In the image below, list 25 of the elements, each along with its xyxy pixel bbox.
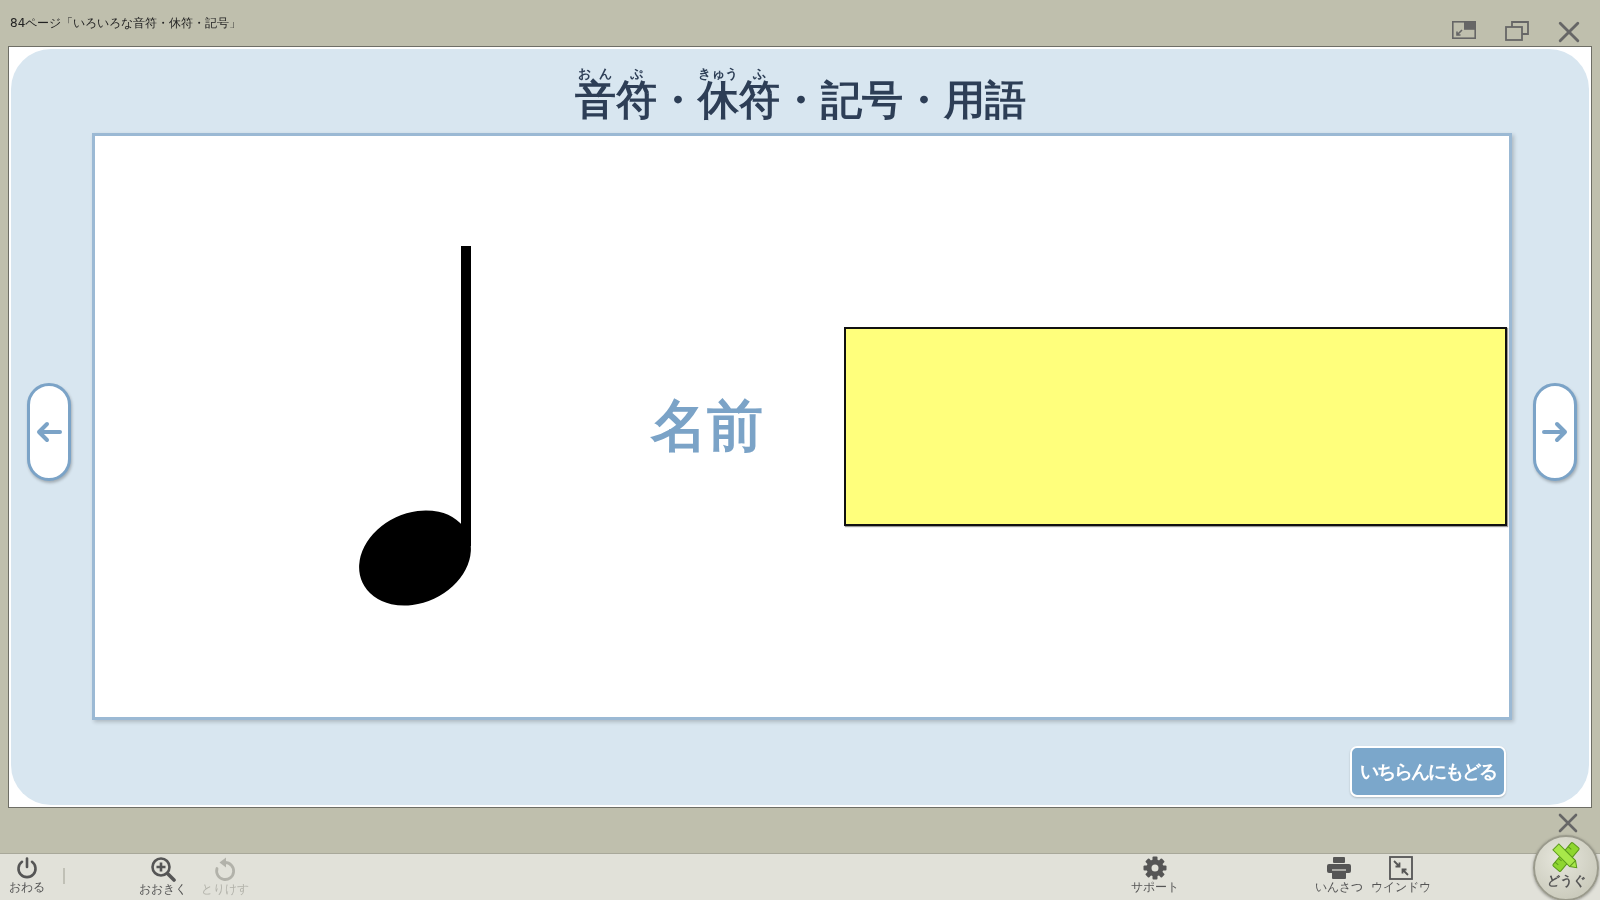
printer-icon <box>1326 856 1352 880</box>
tools-button[interactable]: どうぐ <box>1533 835 1599 900</box>
toolbar-button[interactable]: いんさつ <box>1308 854 1370 895</box>
settings-icon <box>1143 856 1167 880</box>
toolbar-button[interactable]: ウインドウ <box>1370 854 1432 895</box>
shrink-window-icon <box>1389 856 1413 880</box>
power-icon <box>15 856 39 880</box>
window-title: 84ページ「いろいろな音符・休符・記号」 <box>10 15 242 32</box>
toolbar-button[interactable]: サポート <box>1124 854 1186 895</box>
card-label: 名前 <box>651 391 763 460</box>
picture-in-picture-icon[interactable] <box>1452 21 1476 39</box>
right-arrow-icon <box>1541 419 1569 444</box>
restore-window-icon[interactable] <box>1505 21 1529 41</box>
heading-text: ・ <box>656 80 698 121</box>
zoom-in-icon <box>150 856 176 882</box>
left-arrow-icon <box>35 419 63 444</box>
next-button[interactable] <box>1533 382 1577 481</box>
heading-text: ・記号・用語 <box>779 80 1026 121</box>
previous-button[interactable] <box>27 382 71 481</box>
toolbar-button[interactable]: おおきく <box>132 854 194 897</box>
answer-box[interactable] <box>844 327 1507 526</box>
close-icon[interactable] <box>1558 813 1578 833</box>
toolbar-button[interactable]: おわる <box>0 854 58 895</box>
undo-icon <box>213 856 237 882</box>
close-icon[interactable] <box>1558 21 1580 43</box>
